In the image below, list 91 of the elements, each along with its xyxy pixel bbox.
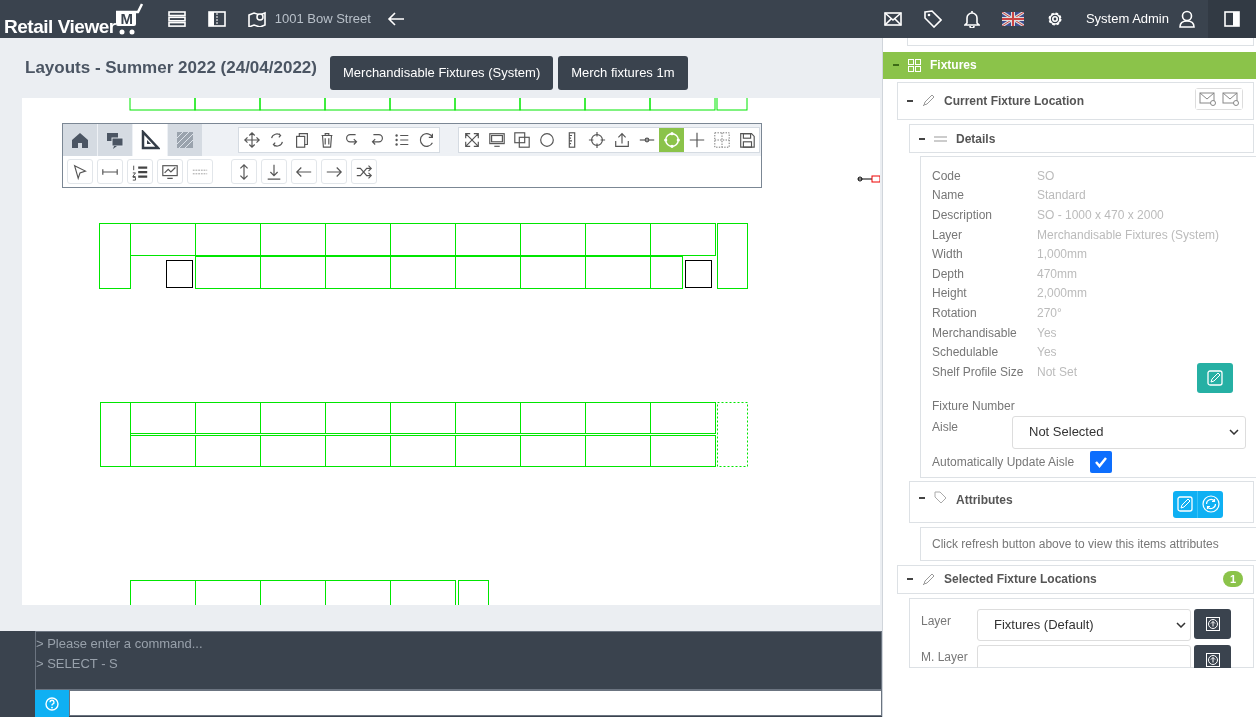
field-value: 2,000mm [1037, 285, 1088, 303]
layer-dropdown[interactable]: Fixtures (Default) [977, 609, 1191, 641]
map-pin-icon[interactable] [247, 11, 266, 27]
panel-title: Attributes [956, 491, 1013, 509]
layer-button[interactable]: Merch fixtures 1m [558, 56, 688, 90]
marker-icon [857, 175, 880, 183]
collapse-icon[interactable] [919, 135, 925, 142]
collapse-icon[interactable] [907, 576, 913, 583]
mail-refresh-icon[interactable] [1219, 88, 1242, 109]
user-icon[interactable] [1179, 10, 1195, 28]
field-label: Layer [921, 613, 953, 630]
field-value: 470mm [1037, 265, 1077, 283]
section-title: Fixtures [930, 57, 977, 75]
help-icon [45, 696, 59, 711]
collapse-icon[interactable] [919, 494, 925, 501]
field-value: 270° [1037, 305, 1062, 323]
hatch-icon [175, 130, 195, 150]
upload-button[interactable] [1194, 609, 1231, 639]
field-label: Description [932, 207, 994, 225]
field-value: Standard [1037, 187, 1086, 205]
edit-button[interactable] [1197, 363, 1233, 394]
command-input[interactable] [69, 690, 882, 716]
field-label: Width [932, 246, 964, 264]
field-value: Yes [1037, 344, 1057, 362]
arrow-left-icon[interactable] [291, 159, 317, 184]
field-label: Height [932, 285, 968, 303]
field-label: Rotation [932, 305, 978, 323]
info-message: Click refresh button above to view this items attributes [932, 535, 1219, 553]
ribbon-tab[interactable] [133, 124, 167, 156]
field-label: Shelf Profile Size [932, 363, 1025, 381]
numbered-list-icon[interactable] [127, 159, 153, 184]
flag-icon[interactable] [1001, 12, 1024, 26]
field-value: 1,000mm [1037, 246, 1088, 264]
panel-title: Current Fixture Location [944, 92, 1084, 110]
home-icon [70, 130, 90, 150]
chart-monitor-icon[interactable] [157, 159, 183, 184]
lines-icon [934, 134, 947, 143]
field-value: SO [1037, 167, 1055, 185]
panel-icon[interactable] [207, 11, 226, 27]
checkmark-icon [1094, 455, 1108, 468]
chevron-down-icon [1176, 622, 1186, 628]
page-title: Layouts - Summer 2022 (24/04/2022) [25, 57, 318, 80]
back-arrow-icon[interactable] [386, 11, 405, 27]
chevron-down-icon [1229, 429, 1239, 436]
panel-toggle-icon[interactable] [1224, 11, 1240, 27]
field-label: Merchandisable [932, 324, 1018, 342]
aisle-dropdown[interactable]: Not Selected [1012, 415, 1246, 449]
field-value: Yes [1037, 324, 1057, 342]
ribbon-tab[interactable] [98, 124, 132, 156]
user-name: System Admin [1085, 10, 1169, 29]
grid-icon [908, 58, 921, 72]
count-badge: 1 [1223, 571, 1243, 588]
field-value: Not Set [1037, 363, 1078, 381]
list-icon[interactable] [167, 11, 186, 27]
edit-icon [1207, 370, 1223, 387]
mail-icon[interactable] [883, 12, 902, 26]
shuffle-icon[interactable] [351, 159, 377, 184]
layer-button[interactable]: Merchandisable Fixtures (System) [330, 56, 554, 90]
checkbox[interactable] [1090, 450, 1112, 473]
mail-remove-icon[interactable] [1196, 88, 1219, 109]
console-line: > Please enter a command... [36, 635, 204, 653]
upload-icon [1205, 653, 1220, 667]
panel-title: Details [956, 130, 996, 148]
console-line: > SELECT - S [36, 655, 119, 673]
vertical-arrows-icon[interactable] [231, 159, 257, 184]
field-value: SO - 1000 x 470 x 2000 [1037, 207, 1164, 225]
bell-icon[interactable] [963, 10, 980, 28]
pencil-icon [922, 94, 935, 108]
collapse-icon[interactable] [907, 97, 913, 104]
field-label: Schedulable [932, 344, 1000, 362]
tag-icon[interactable] [923, 10, 942, 28]
store-location: 1001 Bow Street [274, 10, 371, 29]
field-label: Layer [932, 226, 964, 244]
pointer-icon[interactable] [67, 159, 93, 184]
panel-title: Selected Fixture Locations [944, 571, 1098, 589]
field-label: Code [932, 167, 962, 185]
ribbon-tab[interactable] [63, 124, 97, 156]
field-label: M. Layer [921, 649, 969, 666]
field-label: Name [932, 187, 965, 205]
upload-button[interactable] [1194, 645, 1231, 668]
refresh-icon [1201, 495, 1220, 514]
field-value: Merchandisable Fixtures (System) [1037, 226, 1220, 244]
tag-icon [934, 490, 947, 504]
field-label: Fixture Number [932, 397, 1016, 415]
pencil-icon [922, 572, 935, 586]
upload-icon [1205, 617, 1220, 631]
edit-icon [1177, 496, 1193, 513]
chat-icon [105, 130, 125, 150]
field-label: Depth [932, 265, 966, 283]
field-label: Aisle [932, 418, 959, 436]
field-label: Automatically Update Aisle [932, 453, 1076, 471]
